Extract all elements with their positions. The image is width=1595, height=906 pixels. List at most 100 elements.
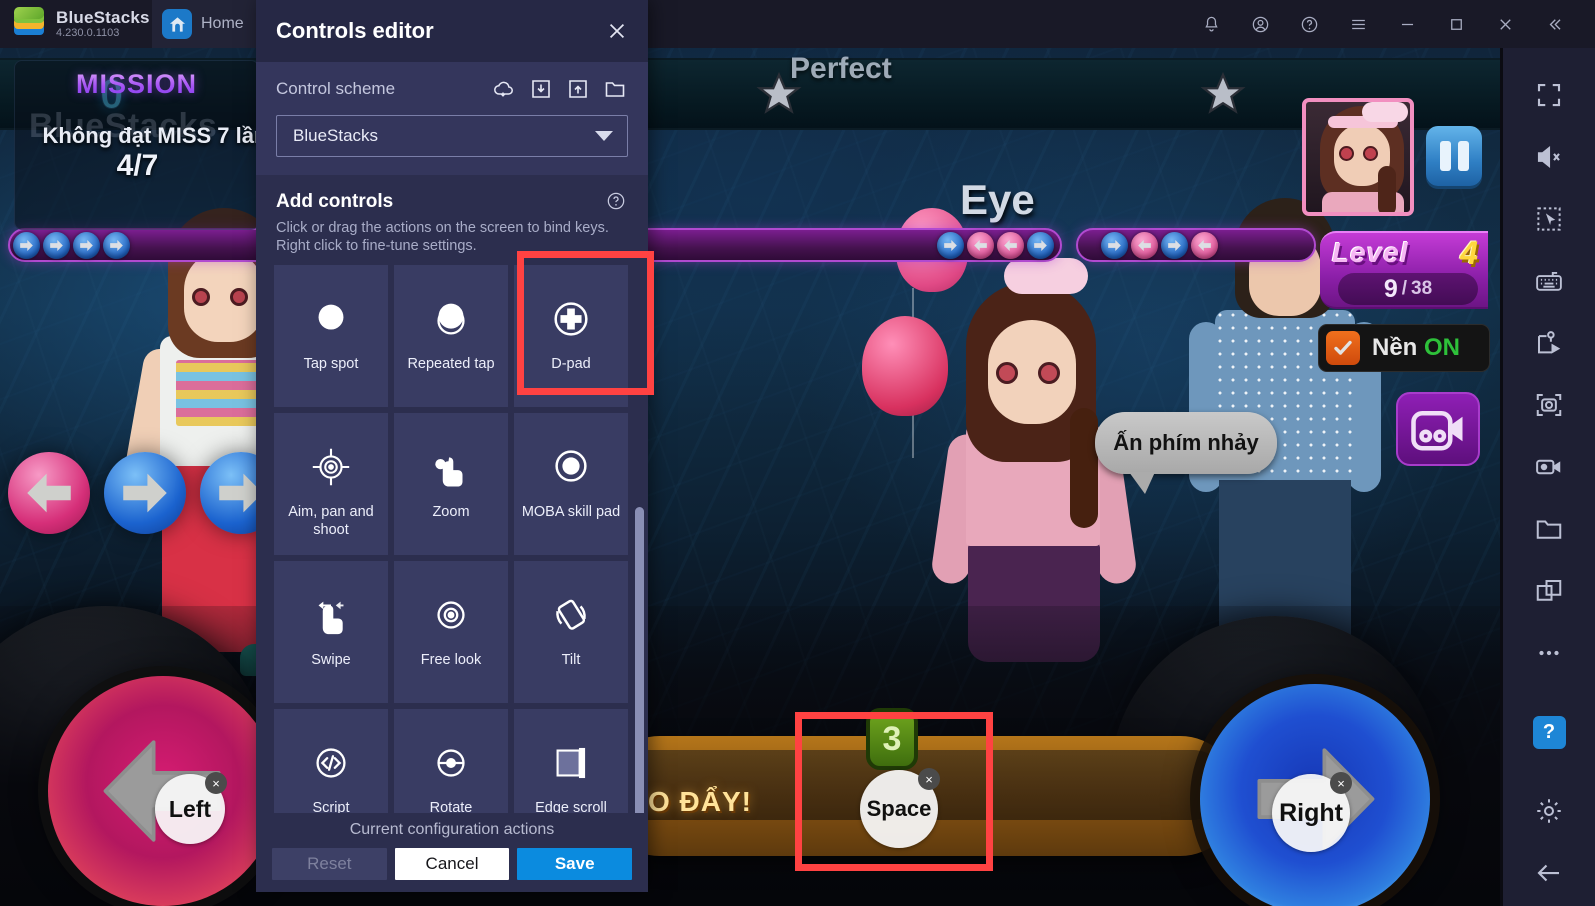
edge-scroll-icon <box>545 737 597 789</box>
game-viewport[interactable]: O ĐẨY! 3 0 Perfect Eye <box>0 48 1500 906</box>
control-item-rotate[interactable]: Rotate <box>394 709 508 813</box>
note-arrow-right <box>1161 231 1188 259</box>
control-item-free-look[interactable]: Free look <box>394 561 508 703</box>
control-item-moba-skill-pad[interactable]: MOBA skill pad <box>514 413 628 555</box>
notifications-icon[interactable] <box>1187 0 1236 48</box>
control-item-label: Swipe <box>311 652 351 668</box>
pause-button[interactable] <box>1426 126 1482 186</box>
swipe-icon <box>305 589 357 641</box>
save-button[interactable]: Save <box>517 848 633 880</box>
cloud-sync-icon[interactable] <box>491 76 517 102</box>
control-item-zoom[interactable]: Zoom <box>394 413 508 555</box>
keyboard-controls-icon[interactable] <box>1502 250 1595 312</box>
key-binding-left-label: Left <box>168 795 212 822</box>
key-binding-left[interactable]: Left × <box>155 772 227 844</box>
screenshot-icon[interactable] <box>1502 374 1595 436</box>
mission-title: MISSION <box>15 69 258 100</box>
control-scheme-actions <box>491 76 628 102</box>
sidebar-help-button[interactable]: ? <box>1502 684 1595 780</box>
checkmark-icon <box>1326 331 1360 365</box>
note-arrow-right <box>73 231 100 259</box>
background-toggle[interactable]: Nền ON <box>1318 324 1490 372</box>
add-controls-desc-line1: Click or drag the actions on the screen … <box>276 220 609 236</box>
level-number: 4 <box>1460 235 1478 271</box>
control-item-label: Rotate <box>429 800 473 813</box>
record-video-icon[interactable] <box>1502 436 1595 498</box>
free-look-icon <box>425 589 477 641</box>
mission-progress: 4/7 <box>116 149 159 182</box>
dialog-header: Controls editor <box>256 0 648 62</box>
export-icon[interactable] <box>565 76 591 102</box>
question-circle-icon[interactable] <box>606 191 628 213</box>
control-item-label: Free look <box>420 652 482 668</box>
tab-home[interactable]: Home <box>152 0 262 48</box>
bluestacks-brand: BlueStacks 4.230.0.1103 <box>0 0 152 48</box>
control-item-aim-pan-shoot[interactable]: Aim, pan and shoot <box>274 413 388 555</box>
cursor-select-icon[interactable] <box>1502 188 1595 250</box>
key-binding-right[interactable]: Right × <box>1272 772 1352 852</box>
settings-gear-icon[interactable] <box>1502 780 1595 842</box>
import-icon[interactable] <box>528 76 554 102</box>
more-options-icon[interactable] <box>1502 622 1595 684</box>
control-item-tilt[interactable]: Tilt <box>514 561 628 703</box>
speech-bubble: Ấn phím nhảy <box>1095 412 1277 494</box>
control-item-label: MOBA skill pad <box>521 504 621 520</box>
video-camera-icon <box>1411 410 1463 451</box>
close-icon[interactable] <box>604 18 630 44</box>
level-progress-current: 9 <box>1383 274 1398 303</box>
mission-objective: Không đạt MISS 7 lần <box>42 123 268 148</box>
control-item-label: Aim, pan and shoot <box>288 504 374 538</box>
rotate-icon <box>425 737 477 789</box>
brand-name: BlueStacks <box>56 7 150 27</box>
level-badge: Level 4 9 / 38 <box>1320 231 1488 309</box>
level-progress: 9 / 38 <box>1338 273 1478 305</box>
cancel-button[interactable]: Cancel <box>394 848 510 880</box>
prompt-arrow-left <box>8 452 90 534</box>
highlight-box-tap-spot <box>517 251 654 395</box>
control-item-swipe[interactable]: Swipe <box>274 561 388 703</box>
help-icon[interactable] <box>1285 0 1334 48</box>
note-arrow-right <box>103 231 130 259</box>
close-icon[interactable] <box>1481 0 1530 48</box>
control-item-label: Zoom <box>432 504 470 520</box>
add-controls-title: Add controls <box>276 191 394 212</box>
folder-icon[interactable] <box>602 76 628 102</box>
folder-icon[interactable] <box>1502 498 1595 560</box>
note-track-3 <box>1076 228 1316 262</box>
moba-skill-pad-icon <box>545 441 597 493</box>
maximize-icon[interactable] <box>1432 0 1481 48</box>
remove-binding-icon[interactable]: × <box>205 772 227 794</box>
menu-icon[interactable] <box>1334 0 1383 48</box>
minimize-icon[interactable] <box>1383 0 1432 48</box>
multi-instance-icon[interactable] <box>1502 560 1595 622</box>
dialog-footer: Current configuration actions Reset Canc… <box>256 813 648 892</box>
replay-camera-button[interactable] <box>1396 392 1480 466</box>
add-controls-section: Add controls Click or drag the actions o… <box>256 175 648 255</box>
remove-binding-icon[interactable]: × <box>1330 772 1352 794</box>
dialog-title: Controls editor <box>276 18 434 43</box>
note-arrow-right <box>1027 231 1054 259</box>
note-arrow-right <box>937 231 964 259</box>
zoom-pinch-icon <box>425 441 477 493</box>
macro-play-icon[interactable] <box>1502 312 1595 374</box>
control-item-script[interactable]: Script <box>274 709 388 813</box>
background-toggle-label: Nền ON <box>1372 334 1460 362</box>
control-item-edge-scroll[interactable]: Edge scroll <box>514 709 628 813</box>
dialog-scrollbar[interactable] <box>635 507 644 813</box>
control-item-label: Edge scroll <box>535 800 607 813</box>
fullscreen-icon[interactable] <box>1502 64 1595 126</box>
speech-bubble-text: Ấn phím nhảy <box>1113 430 1259 455</box>
right-sidebar: ? <box>1500 48 1595 906</box>
control-item-tap-spot[interactable]: Tap spot <box>274 265 388 407</box>
titlebar: BlueStacks 4.230.0.1103 Home <box>0 0 1595 48</box>
control-scheme-select[interactable]: BlueStacks <box>276 115 628 157</box>
background-label-text: Nền <box>1372 334 1418 361</box>
back-arrow-icon[interactable] <box>1502 842 1595 904</box>
control-item-label: Tilt <box>561 652 581 668</box>
collapse-icon[interactable] <box>1530 0 1579 48</box>
control-item-repeated-tap[interactable]: Repeated tap <box>394 265 508 407</box>
account-icon[interactable] <box>1236 0 1285 48</box>
note-arrow-left <box>967 231 994 259</box>
mission-card: MISSION BlueStacks Không đạt MISS 7 lần … <box>14 60 267 230</box>
mute-icon[interactable] <box>1502 126 1595 188</box>
